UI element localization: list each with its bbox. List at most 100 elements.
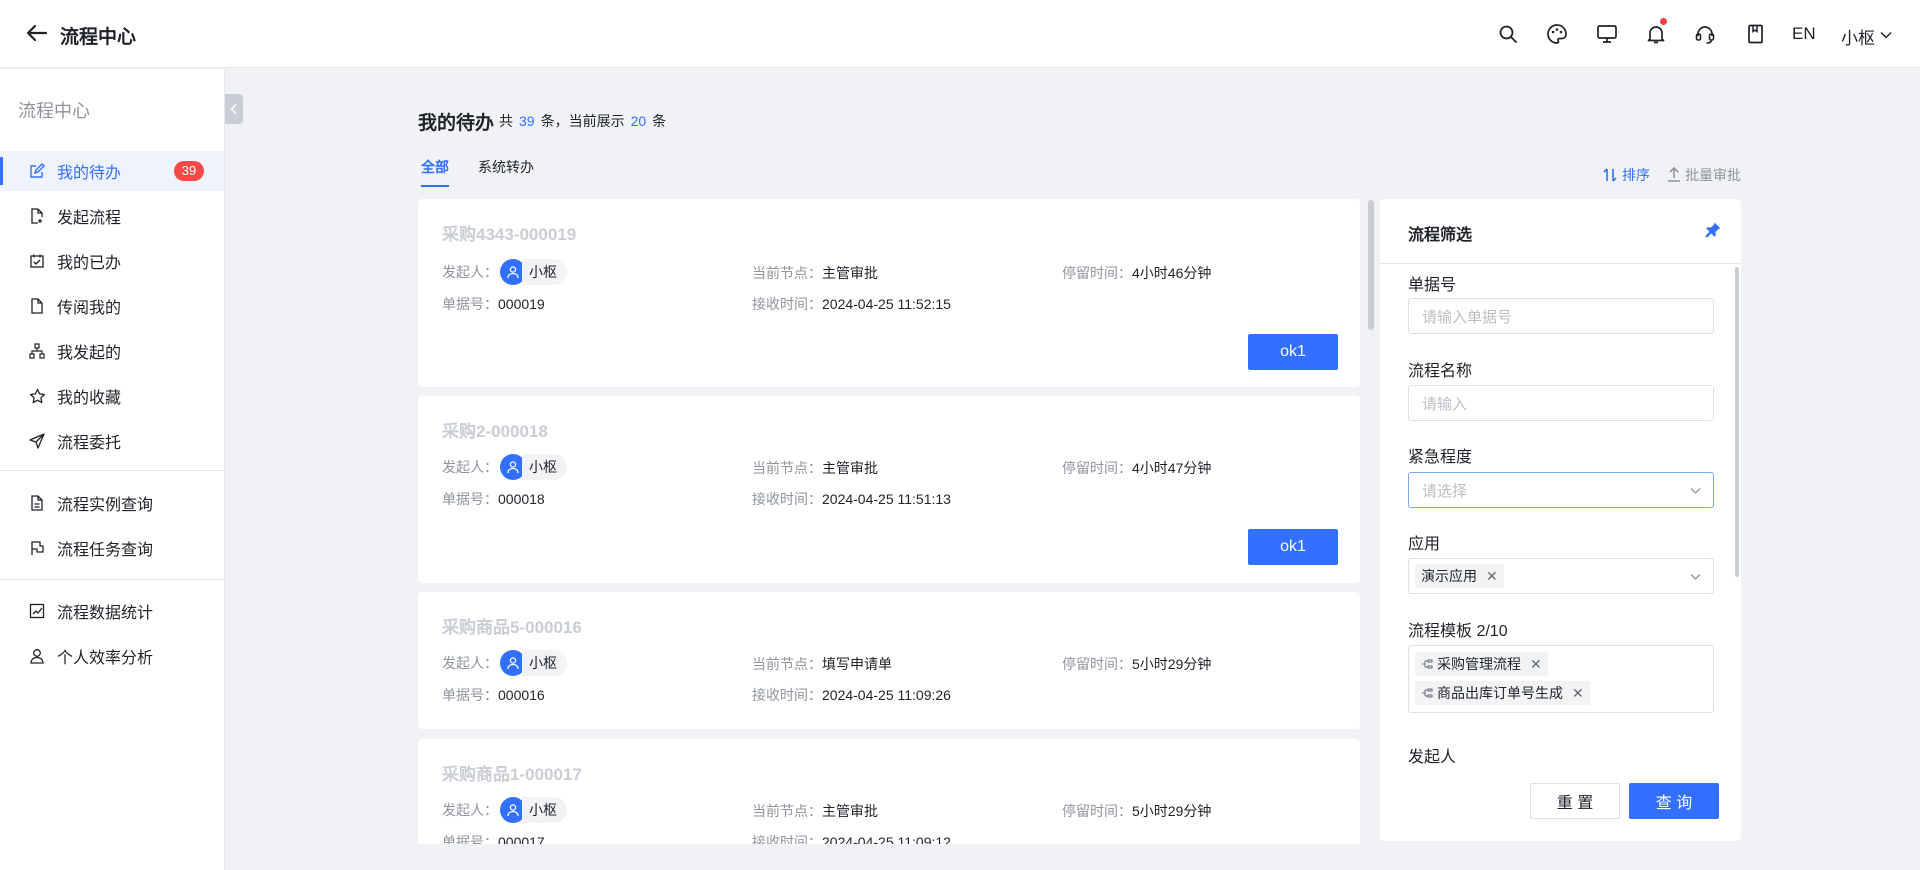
sidebar-item-start-process[interactable]: 发起流程 — [0, 196, 224, 236]
sidebar-item-favorites[interactable]: 我的收藏 — [0, 376, 224, 416]
sidebar-item-instance-query[interactable]: 流程实例查询 — [0, 483, 224, 523]
list-scrollbar[interactable] — [1368, 200, 1374, 330]
doc-no-label: 单据号： — [442, 687, 498, 703]
remove-tag-icon[interactable]: ✕ — [1572, 685, 1584, 702]
pin-icon[interactable] — [1704, 221, 1722, 239]
stay-label: 停留时间： — [1062, 803, 1132, 819]
received-field: 接收时间： 2024-04-25 11:51:13 — [752, 489, 951, 509]
initiator-label: 发起人： — [442, 655, 498, 671]
sidebar-item-my-todo[interactable]: 我的待办 39 — [0, 151, 224, 191]
sidebar-item-statistics[interactable]: 流程数据统计 — [0, 591, 224, 631]
todo-card[interactable]: 采购商品5-000016 发起人： 小枢 当前节点： 填写申请单 停留时间： 5小时… — [418, 592, 1360, 729]
shown-count: 20 — [630, 113, 647, 129]
sidebar-item-label: 传阅我的 — [57, 300, 122, 317]
stay-field: 停留时间： 4小时46分钟 — [1062, 263, 1211, 283]
batch-approve-button[interactable]: 批量审批 — [1667, 165, 1741, 185]
approve-ok-button[interactable]: ok1 — [1248, 334, 1338, 370]
todo-card[interactable]: 采购2-000018 发起人： 小枢 当前节点： 主管审批 停留时间： 4小时47分… — [418, 396, 1360, 583]
sidebar-collapse-toggle[interactable] — [225, 94, 243, 124]
initiator-field: 发起人： 小枢 — [442, 797, 567, 823]
doc-no-label: 单据号： — [442, 296, 498, 312]
initiator-label: 发起人： — [442, 264, 498, 280]
todo-card[interactable]: 采购商品1-000017 发起人： 小枢 当前节点： 主管审批 停留时间： 5小时2… — [418, 739, 1360, 844]
search-icon[interactable] — [1494, 20, 1522, 48]
sidebar-item-my-done[interactable]: 我的已办 — [0, 241, 224, 281]
sidebar-item-efficiency[interactable]: 个人效率分析 — [0, 636, 224, 676]
remove-tag-icon[interactable]: ✕ — [1486, 568, 1498, 585]
card-title: 采购4343-000019 — [442, 225, 577, 244]
shown-unit: 条 — [652, 113, 667, 129]
star-icon — [28, 387, 46, 405]
language-switch[interactable]: EN — [1792, 24, 1816, 44]
sidebar-item-label: 个人效率分析 — [57, 650, 154, 667]
sidebar-item-label: 我的已办 — [57, 255, 122, 272]
tab-all[interactable]: 全部 — [421, 157, 449, 187]
page-title: 我的待办 — [418, 113, 495, 134]
process-name-input[interactable]: 请输入 — [1408, 385, 1714, 421]
sidebar-item-task-query[interactable]: 流程任务查询 — [0, 528, 224, 568]
filter-scrollbar[interactable] — [1735, 267, 1739, 577]
filter-panel: 流程筛选 单据号 请输入单据号 流程名称 请输入 紧急程度 请选择 应用 演示应… — [1380, 199, 1741, 841]
doc-no-field: 单据号： 000016 — [442, 685, 545, 705]
query-button[interactable]: 查 询 — [1629, 783, 1719, 819]
template-tag-label: 采购管理流程 — [1437, 656, 1521, 672]
filter-divider — [1380, 263, 1741, 264]
received-value: 2024-04-25 11:09:26 — [822, 687, 951, 703]
initiator-label: 发起人： — [442, 802, 498, 818]
sidebar-item-label: 流程任务查询 — [57, 542, 154, 559]
sidebar-item-cc-me[interactable]: 传阅我的 — [0, 286, 224, 326]
sort-button[interactable]: 排序 — [1602, 165, 1650, 185]
node-label: 当前节点： — [752, 656, 822, 672]
node-value: 主管审批 — [822, 460, 878, 476]
monitor-icon[interactable] — [1593, 20, 1621, 48]
sidebar-item-delegation[interactable]: 流程委托 — [0, 421, 224, 461]
template-select[interactable]: 采购管理流程 ✕ 商品出库订单号生成 ✕ — [1408, 645, 1714, 713]
doc-no-value: 000017 — [498, 834, 545, 844]
theme-palette-icon[interactable] — [1543, 20, 1571, 48]
card-title: 采购商品1-000017 — [442, 765, 582, 784]
doc-no-label: 单据号： — [442, 491, 498, 507]
file-icon — [28, 297, 46, 315]
batch-label: 批量审批 — [1685, 167, 1741, 183]
user-menu[interactable]: 小枢 — [1841, 24, 1893, 49]
stay-field: 停留时间： 5小时29分钟 — [1062, 654, 1211, 674]
approve-ok-button[interactable]: ok1 — [1248, 529, 1338, 565]
node-value: 主管审批 — [822, 803, 878, 819]
todo-card[interactable]: 采购4343-000019 发起人： 小枢 当前节点： 主管审批 停留时间： 4小时… — [418, 199, 1360, 387]
chevron-down-icon — [1690, 488, 1701, 494]
app-select[interactable]: 演示应用 ✕ — [1408, 558, 1714, 594]
initiator-field: 发起人： 小枢 — [442, 650, 567, 676]
doc-no-field: 单据号： 000017 — [442, 832, 545, 844]
total-prefix: 共 — [499, 113, 513, 129]
document-book-icon[interactable] — [1741, 20, 1769, 48]
flow-template-icon — [1422, 659, 1433, 669]
sidebar: 流程中心 我的待办 39 发起流程 我的已办 传阅我的 我发起的 我的收藏 流程… — [0, 69, 225, 870]
sidebar-item-label: 流程委托 — [57, 435, 122, 452]
notification-bell-icon[interactable] — [1642, 18, 1670, 48]
app-filter-label: 应用 — [1408, 536, 1441, 553]
received-label: 接收时间： — [752, 687, 822, 703]
doc-no-input[interactable]: 请输入单据号 — [1408, 298, 1714, 334]
received-value: 2024-04-25 11:09:12 — [822, 834, 951, 844]
stay-value: 5小时29分钟 — [1132, 656, 1212, 672]
back-arrow-icon[interactable] — [24, 20, 50, 46]
sidebar-item-my-initiated[interactable]: 我发起的 — [0, 331, 224, 371]
node-label: 当前节点： — [752, 803, 822, 819]
user-icon — [28, 647, 46, 665]
chevron-down-icon — [1690, 574, 1701, 580]
stay-field: 停留时间： 5小时29分钟 — [1062, 801, 1211, 821]
received-label: 接收时间： — [752, 296, 822, 312]
stay-value: 4小时46分钟 — [1132, 265, 1212, 281]
item-count-summary: 共 39 条，当前展示 20 条 — [499, 111, 666, 131]
sidebar-divider — [0, 579, 224, 580]
sort-label: 排序 — [1622, 167, 1650, 183]
hierarchy-icon — [28, 342, 46, 360]
doc-no-field: 单据号： 000019 — [442, 294, 545, 314]
upload-icon — [1668, 167, 1680, 182]
urgency-select[interactable]: 请选择 — [1408, 472, 1714, 508]
sidebar-item-label: 我发起的 — [57, 345, 122, 362]
headset-support-icon[interactable] — [1691, 20, 1719, 48]
tab-system-transfer[interactable]: 系统转办 — [478, 157, 534, 177]
reset-button[interactable]: 重 置 — [1530, 783, 1620, 819]
remove-tag-icon[interactable]: ✕ — [1530, 656, 1542, 673]
